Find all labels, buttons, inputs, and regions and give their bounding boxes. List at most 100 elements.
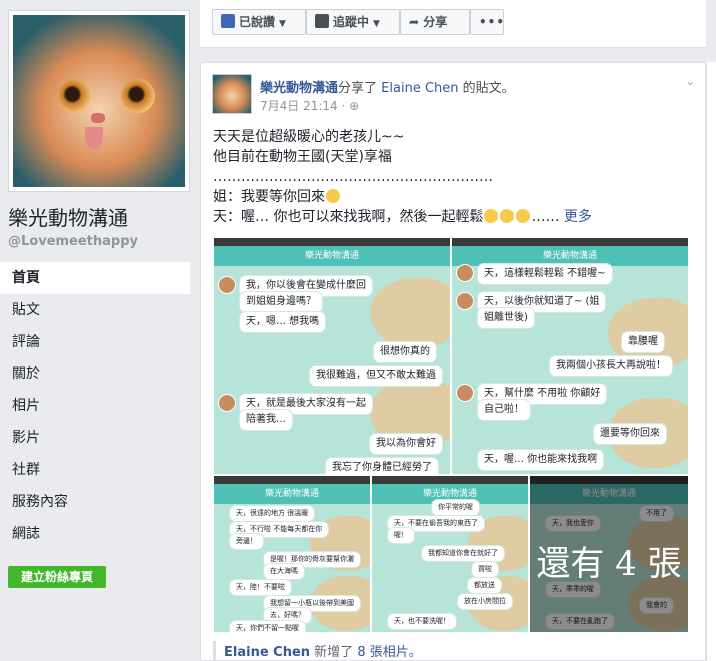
photo-5-more[interactable]: 樂光動物溝通 天，我也愛你 不用了 天，乖乖的喔 我會的 天，不要在亂跑了 還有… [529,475,689,633]
chat-avatar [456,384,474,402]
chevron-down-icon: ▼ [279,19,286,29]
chat-bubble: 旁邊！ [230,534,263,549]
post-text-line-3: 姐：我要等你回來 [213,187,693,207]
smile-emoji-icon [500,209,515,223]
share-arrow-icon: ➦ [409,15,420,29]
chat-bubble: 我以為你會好 [370,434,442,454]
chat-bubble: 放在小房間拉 [458,594,512,609]
see-more-link[interactable]: 更多 [564,209,592,225]
crying-emoji-icon [326,189,340,203]
chat-bubble: 天，喔… 你也能來找我啊 [478,450,604,470]
chat-bubble: 天，你們不留一點喔 [230,621,305,632]
chat-bubble: 姐離世後) [478,308,534,328]
post-options-chevron-icon[interactable]: ⌄ [686,75,695,88]
chat-avatar [456,264,474,282]
original-author-link[interactable]: Elaine Chen [381,81,458,96]
photo-grid: 樂光動物溝通 我，你以後會在變成什麼回 到姐姐身邊嗎？ 天，嗯… 想我嗎 很想你… [213,237,689,633]
profile-photo-cat [13,15,185,187]
thumbs-up-icon [221,14,235,28]
globe-icon: ⊕ [349,99,360,113]
nav-item-reviews[interactable]: 評論 [0,326,190,358]
shared-post: 樂光動物溝通分享了 Elaine Chen 的貼文。 7月4日 21:14 · … [200,62,706,661]
status-bar [372,476,528,484]
chat-bubble: 天，很遠的地方 很溫暖 [230,506,315,521]
footer-photos-link[interactable]: 8 張相片。 [357,645,421,660]
liked-button[interactable]: 已說讚 ▼ [212,9,306,35]
chat-title: 樂光動物溝通 [214,484,370,504]
page-nav: 首頁 貼文 評論 關於 相片 影片 社群 服務內容 網誌 [0,262,190,550]
share-button-label: 分享 [423,15,448,29]
chat-avatar [218,394,236,412]
chat-bubble: 天，也不要洗喔！ [388,614,456,629]
post-text-line-4: 天：喔… 你也可以來找我啊，然後一起輕鬆 …… 更多 [213,207,693,227]
cat-tongue [85,127,103,149]
page-action-bar: 已說讚 ▼ 追蹤中 ▼ ➦ 分享 ••• [200,0,706,48]
nav-item-notes[interactable]: 網誌 [0,518,190,550]
chat-title: 樂光動物溝通 [452,246,688,266]
nav-item-videos[interactable]: 影片 [0,422,190,454]
post-text-divider: …………………………………………………… [213,169,493,185]
nav-item-photos[interactable]: 相片 [0,390,190,422]
left-column: 樂光動物溝通 @Lovemeethappy 首頁 貼文 評論 關於 相片 影片 … [0,0,200,661]
status-bar [452,238,688,246]
cat-eye-right [121,79,155,113]
chat-bubble: 天，陸！不要啦 [230,580,291,595]
post-ellipsis: …… [531,209,560,225]
chat-bubble: 靠腰喔 [622,332,664,352]
chat-bubble: 你平常的喔 [432,500,479,515]
chevron-down-icon: ▼ [373,19,380,29]
post-text-line-4-text: 天：喔… 你也可以來找我啊，然後一起輕鬆 [213,209,484,225]
status-bar [214,476,370,484]
nav-item-services[interactable]: 服務內容 [0,486,190,518]
author-link[interactable]: 樂光動物溝通 [260,81,338,96]
more-options-button[interactable]: ••• [470,9,504,35]
author-avatar[interactable] [212,74,252,114]
footer-text: 新增了 [314,645,354,660]
chat-title: 樂光動物溝通 [214,246,450,266]
right-column-edge [706,62,716,661]
post-text-line-2: 他目前在動物王國(天堂)享福 [213,149,392,165]
page-handle[interactable]: @Lovemeethappy [8,234,138,249]
chat-bubble: 我兩個小孩長大再說啦！ [550,356,672,376]
nav-item-community[interactable]: 社群 [0,454,190,486]
dog-image [370,278,450,348]
cat-eye-left [57,79,91,113]
create-page-button[interactable]: 建立粉絲專頁 [8,566,106,588]
chat-bubble: 很想你真的 [374,342,436,362]
post-suffix: 的貼文。 [462,81,515,96]
footer-author-link[interactable]: Elaine Chen [224,645,310,660]
chat-bubble: 還要等你回來 [594,424,666,444]
chat-bubble: 都放送 [468,578,501,593]
chat-bubble: 自己啦！ [478,400,530,420]
more-photos-label[interactable]: 還有 4 張 [530,536,688,585]
post-text-line-3-text: 姐：我要等你回來 [213,189,325,205]
shared-footer: Elaine Chen 新增了 8 張相片。 [213,641,422,660]
profile-picture[interactable] [8,10,190,192]
post-timestamp[interactable]: 7月4日 21:14 [260,99,338,113]
chat-bubble: 喔！ [388,528,414,543]
share-button[interactable]: ➦ 分享 [400,9,470,35]
chat-bubble: 我忘了你身體已經勞了 [326,458,438,474]
chat-bubble: 天，嗯… 想我嗎 [240,312,326,332]
photo-1[interactable]: 樂光動物溝通 我，你以後會在變成什麼回 到姐姐身邊嗎？ 天，嗯… 想我嗎 很想你… [213,237,451,475]
chat-avatar [456,292,474,310]
chat-bubble: 天，這樣輕鬆輕鬆 不錯喔~ [478,264,612,284]
chat-avatar [218,276,236,294]
post-text-line-1: 天天是位超級暖心的老孩儿~~ [213,129,405,145]
chat-bubble: 我很難過，但又不敢太難過 [310,366,442,386]
chat-bubble: 我都知道你會在就好了 [422,546,504,561]
nav-item-posts[interactable]: 貼文 [0,294,190,326]
nav-item-about[interactable]: 關於 [0,358,190,390]
nav-item-home[interactable]: 首頁 [0,262,190,294]
photo-2[interactable]: 樂光動物溝通 天，這樣輕鬆輕鬆 不錯喔~ 天，以後你就知道了~ (姐 姐離世後)… [451,237,689,475]
post-text: 天天是位超級暖心的老孩儿~~ 他目前在動物王國(天堂)享福 …………………………… [213,127,693,227]
chat-bubble: 在大海嗎 [264,564,304,579]
post-meta: 7月4日 21:14 · ⊕ [260,99,360,113]
page-name[interactable]: 樂光動物溝通 [8,202,128,231]
photo-4[interactable]: 樂光動物溝通 你平常的喔 天，不要在偷吾我的東西了 喔！ 我都知道你會在就好了 … [371,475,529,633]
photo-3[interactable]: 樂光動物溝通 天，很遠的地方 很溫暖 天，不行啦 不能每天都在你 旁邊！ 是喔！… [213,475,371,633]
following-button-label: 追蹤中 [333,15,370,29]
shared-text: 分享了 [338,81,378,96]
following-button[interactable]: 追蹤中 ▼ [306,9,400,35]
post-header: 樂光動物溝通分享了 Elaine Chen 的貼文。 [260,77,515,96]
